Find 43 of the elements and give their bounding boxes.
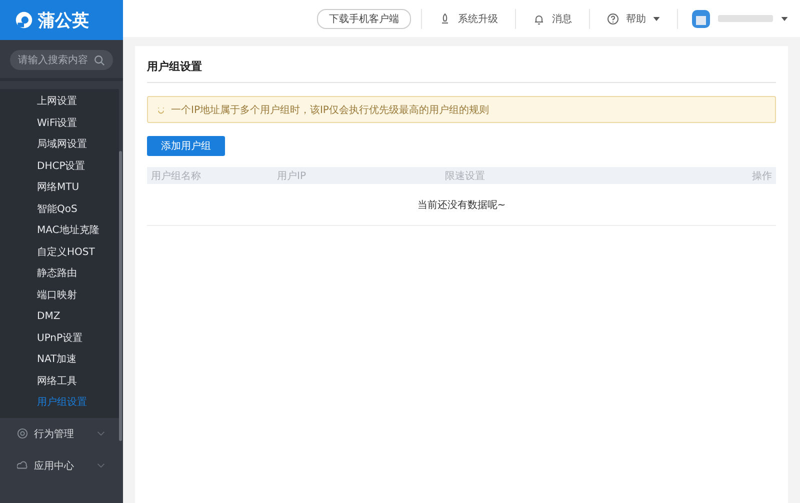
logo-icon [15,11,33,29]
page-title: 用户组设置 [147,46,776,83]
search-icon [94,54,105,66]
help-icon [607,12,619,24]
menu-group[interactable]: 应用中心 [0,450,119,482]
topbar-item[interactable]: 消息 [515,8,589,28]
eye-icon [17,428,28,439]
menu-group[interactable]: 行为管理 [0,418,119,450]
menu-item[interactable]: 自定义HOST [0,242,119,263]
caret-icon [781,16,788,20]
smile-icon [157,106,165,114]
bell-icon [533,12,545,24]
menu-item[interactable]: 静态路由 [0,263,119,284]
menu-item[interactable]: UPnP设置 [0,328,119,349]
scrollbar[interactable] [119,151,122,441]
menu-item[interactable]: DMZ [0,306,119,328]
add-group-button[interactable]: 添加用户组 [147,136,225,156]
download-app-button[interactable]: 下载手机客户端 [317,8,411,28]
cloud-icon [17,460,28,471]
notice-text: 一个IP地址属于多个用户组时，该IP仅会执行优先级最高的用户组的规则 [171,104,489,116]
blurred-username [718,15,773,22]
avatar-icon [692,10,710,28]
menu-item[interactable]: 网络工具 [0,370,119,392]
brand-name: 蒲公英 [38,10,89,32]
empty-message: 当前还没有数据呢~ [417,198,506,212]
caret-icon [653,16,660,20]
menu-item[interactable]: 上网设置 [0,91,119,112]
menu-item[interactable]: NAT加速 [0,349,119,370]
menu-item[interactable]: MAC地址克隆 [0,220,119,242]
column-header: 限速设置 [445,170,486,182]
menu-item[interactable]: 局域网设置 [0,134,119,156]
menu-item[interactable]: 网络MTU [0,177,119,198]
column-header: 操作 [752,170,772,182]
menu-item[interactable]: WiFi设置 [0,112,119,134]
column-header: 用户IP [277,170,307,182]
user-menu[interactable] [677,8,788,28]
menu-item[interactable]: 端口映射 [0,284,119,306]
topbar-item[interactable]: 系统升级 [421,8,515,28]
menu-item[interactable]: 智能QoS [0,198,119,220]
topbar-item[interactable]: 帮助 [589,8,677,28]
column-header: 用户组名称 [151,170,202,182]
search-field[interactable]: 请输入搜索内容 [10,50,113,70]
menu-item[interactable]: DHCP设置 [0,156,119,177]
